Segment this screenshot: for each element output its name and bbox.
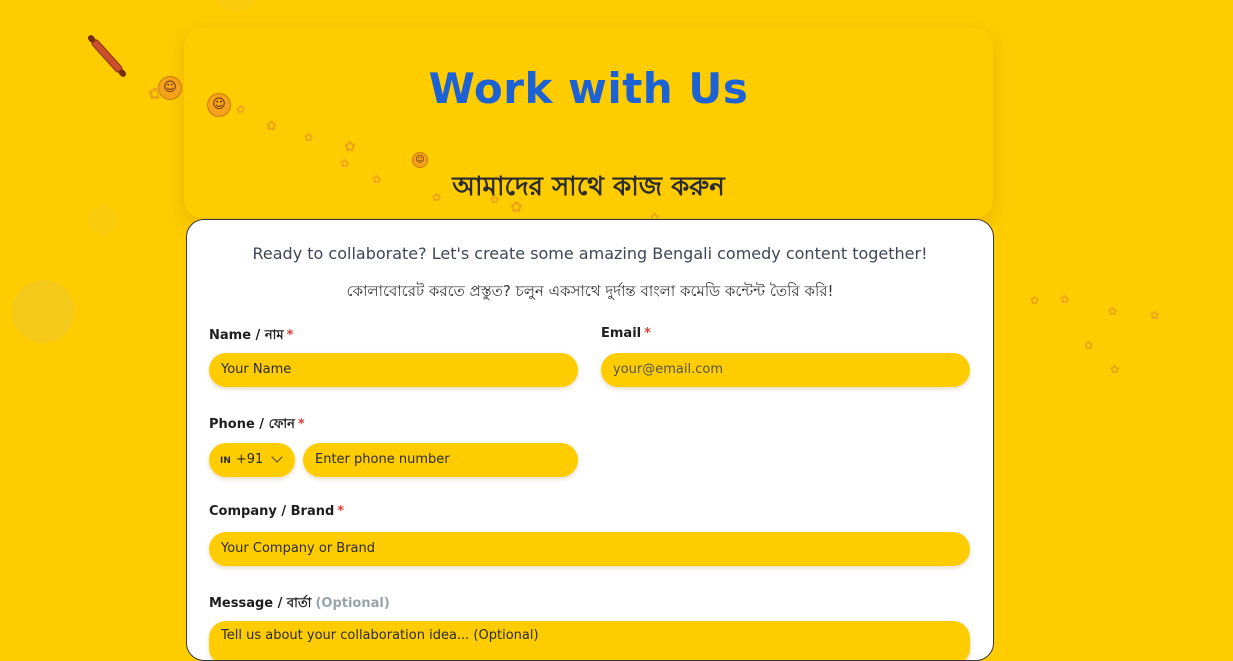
company-label: Company / Brand * [209,504,345,519]
chevron-down-icon [271,451,283,463]
laughing-face-icon: ☺ [158,76,182,100]
maple-leaf-icon: ✿ [304,131,314,144]
header-card: Work with Us আমাদের সাথে কাজ করুন [184,28,993,218]
email-input[interactable]: your@email.com [601,353,970,387]
maple-leaf-icon: ✿ [432,191,442,204]
email-label: Email * [601,326,651,341]
required-marker: * [337,504,345,519]
required-marker: * [297,417,305,432]
country-code-select[interactable]: IN +91 [209,443,295,477]
decor-bubble [12,280,75,343]
form-intro: Ready to collaborate? Let's create some … [252,244,928,263]
laughing-face-icon: ☺ [412,152,428,168]
message-label: Message / বার্তা (Optional) [209,596,390,611]
decor-bubble [88,205,118,235]
optional-marker: (Optional) [315,596,390,611]
maple-leaf-icon: ✿ [148,84,162,103]
name-input[interactable]: Your Name [209,353,578,387]
maple-leaf-icon: ✿ [1030,294,1040,307]
maple-leaf-icon: ✿ [372,173,382,186]
form-intro-bengali: কোলাবোরেট করতে প্রস্তুত? চলুন একসাথে দুর… [346,282,834,300]
company-input[interactable]: Your Company or Brand [209,532,970,566]
maple-leaf-icon: ✿ [344,139,356,155]
maple-leaf-icon: ✿ [266,119,277,134]
page-title-bengali: আমাদের সাথে কাজ করুন [452,172,725,202]
contact-form: Ready to collaborate? Let's create some … [186,219,994,661]
required-marker: * [644,326,651,341]
country-code-value: +91 [235,452,264,467]
page-title: Work with Us [428,64,749,113]
rolling-pin-icon [89,37,125,75]
maple-leaf-icon: ✿ [1150,309,1160,322]
name-label: Name / নাম * [209,328,294,343]
maple-leaf-icon: ✿ [236,103,246,116]
phone-input[interactable]: Enter phone number [303,443,578,477]
maple-leaf-icon: ✿ [510,198,523,216]
maple-leaf-icon: ✿ [490,193,500,206]
laughing-face-icon: ☺ [207,93,231,117]
required-marker: * [286,328,294,343]
country-flag-icon: IN [220,456,231,466]
maple-leaf-icon: ✿ [1108,305,1118,318]
maple-leaf-icon: ✿ [340,157,350,170]
phone-label: Phone / ফোন * [209,417,305,432]
maple-leaf-icon: ✿ [1110,363,1120,376]
maple-leaf-icon: ✿ [1060,293,1070,306]
decor-bubble [216,0,256,12]
message-textarea[interactable]: Tell us about your collaboration idea...… [209,621,970,660]
maple-leaf-icon: ✿ [1084,339,1094,352]
